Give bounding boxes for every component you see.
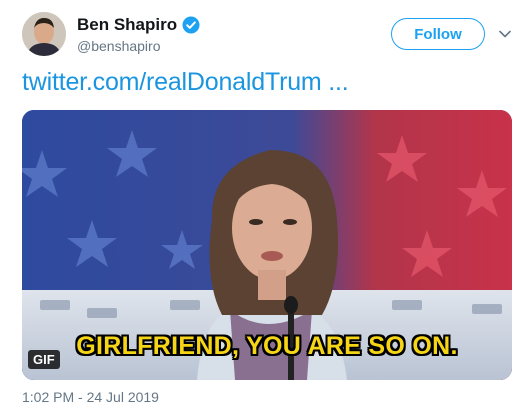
tweet-timestamp[interactable]: 1:02 PM - 24 Jul 2019: [22, 389, 159, 405]
author-name-row: Ben Shapiro: [77, 14, 200, 36]
chevron-down-icon[interactable]: [498, 27, 512, 41]
gif-caption: GIRLFRIEND, YOU ARE SO ON.: [76, 332, 458, 360]
author-handle[interactable]: @benshapiro: [77, 38, 161, 54]
tweet-link[interactable]: twitter.com/realDonaldTrum ...: [22, 68, 349, 97]
gif-badge: GIF: [28, 350, 60, 369]
tweet-media-gif[interactable]: GIRLFRIEND, YOU ARE SO ON. GIF: [22, 110, 512, 380]
author-display-name[interactable]: Ben Shapiro: [77, 15, 177, 35]
avatar[interactable]: [22, 12, 66, 56]
verified-badge-icon: [182, 16, 200, 34]
follow-button[interactable]: Follow: [391, 18, 485, 50]
